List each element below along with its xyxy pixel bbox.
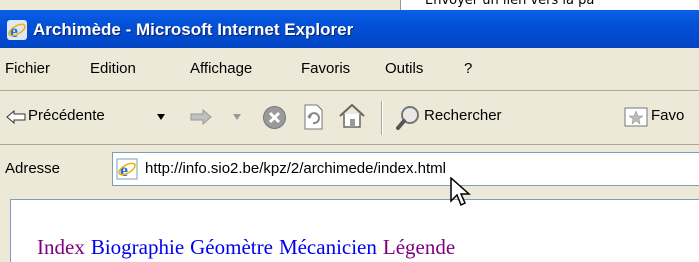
menu-affichage[interactable]: Affichage — [190, 60, 252, 77]
favorites-icon — [624, 107, 648, 127]
link-geometre[interactable]: Géomètre — [190, 235, 273, 259]
back-label: Précédente — [28, 107, 105, 124]
link-index[interactable]: Index — [37, 235, 85, 259]
page-content: Index Biographie Géomètre Mécanicien Légende — [10, 199, 699, 262]
forward-arrow-icon[interactable] — [190, 109, 212, 125]
ie-logo-icon: e — [7, 20, 27, 40]
address-bar: Adresse e http://info.sio2.be/kpz/2/arch… — [0, 145, 699, 191]
page-nav: Index Biographie Géomètre Mécanicien Légende — [37, 235, 461, 260]
background-window-text: Envoyer un lien vers la pa — [425, 0, 595, 8]
link-biographie[interactable]: Biographie — [91, 235, 184, 259]
background-window: Envoyer un lien vers la pa — [400, 0, 699, 10]
svg-text:e: e — [120, 160, 128, 180]
address-label: Adresse — [5, 160, 61, 177]
link-mecanicien[interactable]: Mécanicien — [279, 235, 377, 259]
menu-outils[interactable]: Outils — [385, 60, 423, 77]
menu-fichier[interactable]: Fichier — [5, 60, 50, 77]
refresh-icon[interactable] — [302, 104, 324, 130]
window-title: Archimède - Microsoft Internet Explorer — [33, 20, 354, 39]
mouse-cursor-icon — [450, 177, 471, 207]
back-arrow-icon — [6, 110, 26, 124]
page-icon: e — [116, 158, 138, 180]
link-legende[interactable]: Légende — [383, 235, 455, 259]
favorites-label: Favo — [651, 107, 685, 124]
address-input[interactable]: e http://info.sio2.be/kpz/2/archimede/in… — [112, 152, 699, 186]
menu-favoris[interactable]: Favoris — [301, 60, 350, 77]
standard-toolbar: Précédente Rechercher Favo — [0, 91, 699, 144]
url-text: http://info.sio2.be/kpz/2/archimede/inde… — [145, 160, 446, 177]
forward-dropdown-icon[interactable] — [232, 113, 242, 121]
title-bar: e Archimède - Microsoft Internet Explore… — [0, 10, 699, 48]
toolbar-separator — [381, 101, 383, 135]
back-dropdown-icon[interactable] — [156, 113, 166, 121]
home-icon[interactable] — [338, 103, 366, 129]
stop-icon[interactable] — [262, 105, 287, 130]
menu-help[interactable]: ? — [464, 60, 472, 77]
menu-edition[interactable]: Edition — [90, 60, 136, 77]
search-icon — [396, 106, 419, 130]
menu-bar: Fichier Edition Affichage Favoris Outils… — [0, 48, 699, 91]
search-label: Rechercher — [424, 107, 502, 124]
